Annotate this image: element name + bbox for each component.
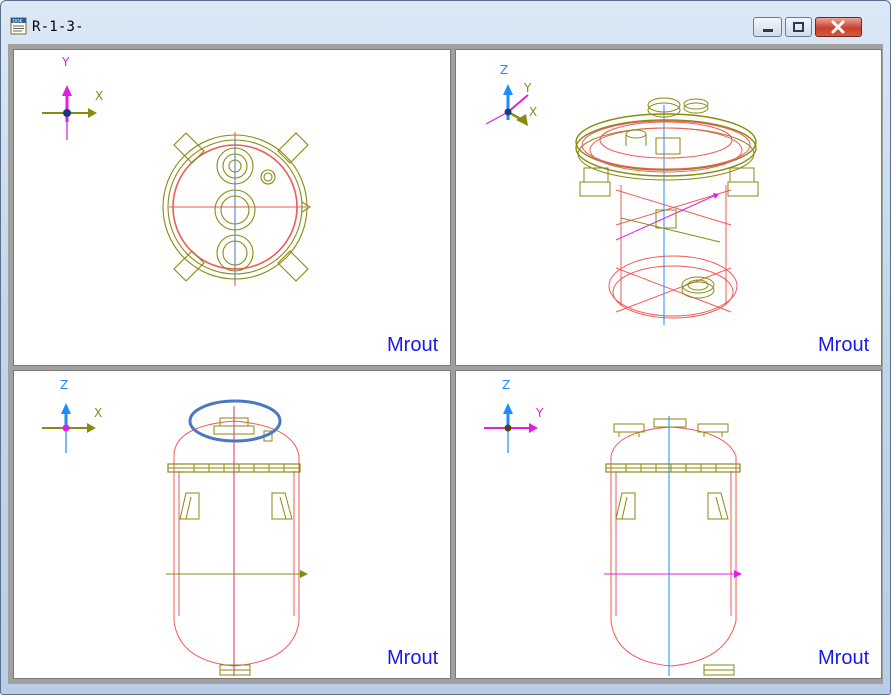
viewport-label: Mrout	[818, 334, 870, 356]
x-axis-label: X	[95, 89, 103, 103]
cad-window: DOK R-1-3- Y X Mrout Z Y X Mrout Z X Mro…	[0, 0, 891, 695]
svg-text:DOK: DOK	[13, 18, 24, 24]
minimize-button[interactable]	[753, 17, 782, 37]
y-axis-label: Y	[523, 81, 532, 95]
side-view-drawing: Z Y	[484, 378, 742, 676]
z-axis-label: Z	[500, 63, 508, 77]
x-axis-label: X	[94, 406, 102, 420]
axis-triad-icon: Z X	[42, 378, 102, 453]
z-axis-label: Z	[60, 378, 68, 392]
vessel-side-wireframe	[604, 416, 742, 676]
viewport-iso-view[interactable]: Z Y X Mrout	[455, 49, 882, 366]
viewport-label: Mrout	[818, 647, 870, 669]
minimize-icon	[763, 29, 773, 32]
top-view-drawing: Y X	[42, 55, 312, 286]
title-bar[interactable]: DOK R-1-3-	[1, 1, 890, 43]
close-icon	[831, 20, 845, 34]
viewport-side-view[interactable]: Z Y Mrout	[455, 370, 882, 679]
vessel-front-wireframe	[166, 406, 308, 676]
viewport-top-view[interactable]: Y X Mrout	[13, 49, 451, 366]
viewport-label: Mrout	[387, 334, 439, 356]
viewport-label: Mrout	[387, 647, 439, 669]
axis-triad-icon: Z Y	[484, 378, 544, 453]
maximize-icon	[793, 22, 804, 32]
y-axis-label: Y	[535, 406, 544, 420]
axis-triad-icon: Y X	[42, 55, 103, 140]
close-button[interactable]	[815, 17, 862, 37]
iso-view-drawing: Z Y X	[485, 63, 759, 325]
front-view-drawing: Z X	[42, 378, 308, 676]
y-axis-label: Y	[61, 55, 70, 69]
x-axis-label: X	[529, 105, 537, 119]
vessel-iso-wireframe	[575, 97, 759, 325]
axis-triad-icon: Z Y X	[485, 63, 537, 126]
document-icon[interactable]: DOK	[10, 17, 28, 35]
z-axis-label: Z	[502, 378, 510, 392]
maximize-button[interactable]	[785, 17, 812, 37]
window-title: R-1-3-	[32, 19, 84, 35]
viewport-area: Y X Mrout Z Y X Mrout Z X Mrout Z Y Mrou…	[8, 44, 883, 684]
vessel-top-wireframe	[162, 132, 312, 286]
viewport-front-view[interactable]: Z X Mrout	[13, 370, 451, 679]
